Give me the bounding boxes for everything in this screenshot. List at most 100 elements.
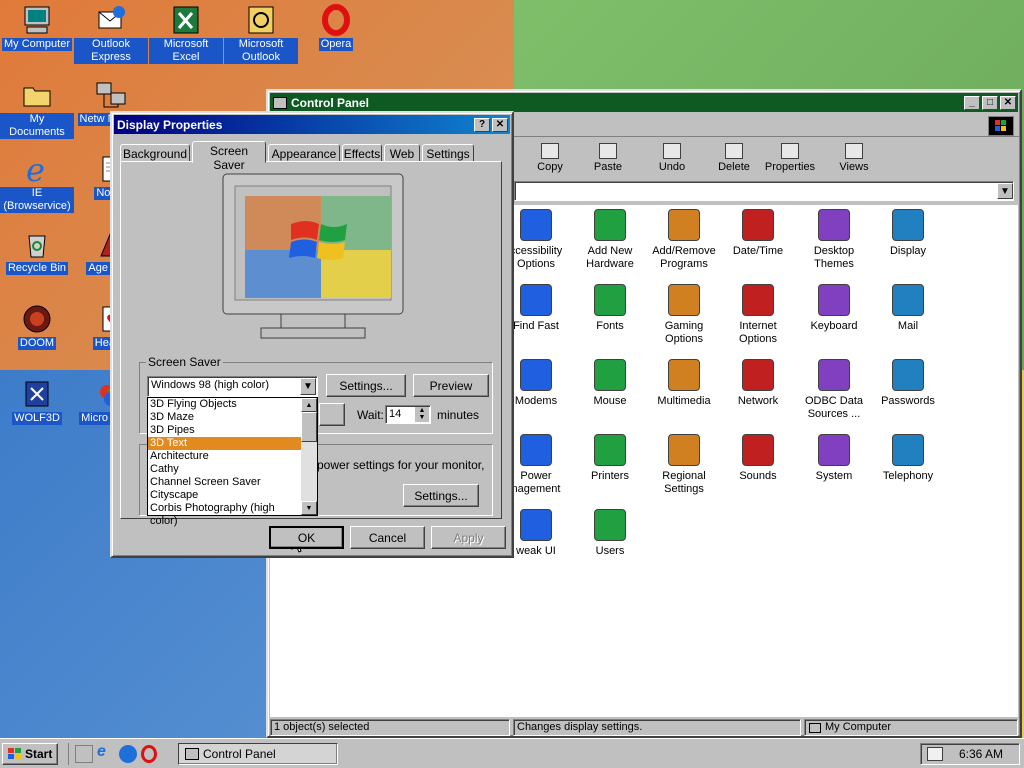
desktop-icon-my-documents[interactable]: My Documents xyxy=(0,79,74,139)
cp-item-internet[interactable]: Internet Options xyxy=(720,284,796,346)
display-properties-titlebar[interactable]: Display Properties ? ✕ xyxy=(114,115,510,134)
cp-item-mouse[interactable]: Mouse xyxy=(572,359,648,408)
control-panel-titlebar[interactable]: Control Panel _ □ ✕ xyxy=(270,93,1018,112)
dropdown-option[interactable]: 3D Flying Objects xyxy=(148,398,302,411)
desktop-icon-excel[interactable]: Microsoft Excel xyxy=(149,4,223,64)
opera-quicklaunch-icon[interactable] xyxy=(141,745,157,763)
outlook-quicklaunch-icon[interactable] xyxy=(119,745,137,763)
dropdown-option[interactable]: 3D Pipes xyxy=(148,424,302,437)
address-dropdown-icon[interactable]: ▼ xyxy=(997,183,1013,199)
tab-settings[interactable]: Settings xyxy=(422,144,474,162)
dropdown-option[interactable]: Cathy xyxy=(148,463,302,476)
cp-item-fonts[interactable]: Fonts xyxy=(572,284,648,333)
cp-item-network[interactable]: Network xyxy=(720,359,796,408)
desktop-icon-ie[interactable]: e IE (Browservice) xyxy=(0,151,74,213)
cancel-button[interactable]: Cancel xyxy=(350,526,425,549)
desktop-icon-wolf3d[interactable]: WOLF3D xyxy=(0,378,74,425)
screen-saver-settings-button[interactable]: Settings... xyxy=(326,374,406,397)
desktop-icon-outlook[interactable]: Microsoft Outlook xyxy=(224,4,298,64)
screen-saver-select[interactable]: Windows 98 (high color) ▼ xyxy=(147,376,318,397)
energy-settings-button[interactable]: Settings... xyxy=(403,484,479,507)
select-chevron-down-icon[interactable]: ▼ xyxy=(300,378,316,395)
ok-button[interactable]: OK xyxy=(269,526,344,549)
cp-item-mail[interactable]: Mail xyxy=(870,284,946,333)
tab-appearance[interactable]: Appearance xyxy=(268,144,340,162)
dropdown-option[interactable]: 3D Text xyxy=(148,437,302,450)
cp-item-passwords[interactable]: Passwords xyxy=(870,359,946,408)
close-button[interactable]: ✕ xyxy=(1000,95,1016,110)
task-control-panel[interactable]: Control Panel xyxy=(178,743,338,765)
cp-item-printers[interactable]: Printers xyxy=(572,434,648,483)
quick-launch: e xyxy=(68,743,168,765)
cp-item-themes[interactable]: Desktop Themes xyxy=(796,209,872,271)
toolbar-label: Paste xyxy=(593,161,623,173)
cp-item-regional[interactable]: Regional Settings xyxy=(646,434,722,496)
toolbar-paste-button[interactable]: Paste xyxy=(580,141,636,177)
desktop-icon-recycle-bin[interactable]: Recycle Bin xyxy=(0,228,74,275)
desktop-icon-my-computer[interactable]: My Computer xyxy=(0,4,74,51)
cp-item-gaming[interactable]: Gaming Options xyxy=(646,284,722,346)
apply-button[interactable]: Apply xyxy=(431,526,506,549)
dropdown-option[interactable]: 3D Maze xyxy=(148,411,302,424)
desktop-icon-opera[interactable]: Opera xyxy=(299,4,373,51)
start-button[interactable]: Start xyxy=(2,743,58,765)
address-bar[interactable]: ▼ xyxy=(514,181,1014,201)
cp-item-telephony[interactable]: Telephony xyxy=(870,434,946,483)
scroll-thumb[interactable] xyxy=(301,412,317,442)
desktop-icon-outlook-express[interactable]: Outlook Express xyxy=(74,4,148,64)
cp-item-label: Multimedia xyxy=(657,395,711,407)
screen-saver-dropdown-list[interactable]: 3D Flying Objects 3D Maze 3D Pipes 3D Text A… xyxy=(147,397,318,527)
tab-web[interactable]: Web xyxy=(384,144,420,162)
screen-saver-group-label: Screen Saver xyxy=(146,355,223,369)
cp-item-label: Passwords xyxy=(881,395,935,407)
clock[interactable]: 6:36 AM xyxy=(959,747,1003,761)
dropdown-option[interactable]: Architecture xyxy=(148,450,302,463)
toolbar-delete-button[interactable]: Delete xyxy=(706,141,762,177)
scroll-down-icon[interactable]: ▼ xyxy=(301,501,317,515)
tab-strip: Background Screen Saver Appearance Effects W… xyxy=(120,141,500,172)
tab-background[interactable]: Background xyxy=(120,144,190,162)
password-change-button[interactable] xyxy=(319,403,345,426)
preview-button[interactable]: Preview xyxy=(413,374,489,397)
cp-item-odbc[interactable]: ODBC Data Sources ... xyxy=(796,359,872,421)
power-icon xyxy=(520,434,552,466)
toolbar-copy-button[interactable]: Copy xyxy=(522,141,578,177)
cp-item-add-remove[interactable]: Add/Remove Programs xyxy=(646,209,722,271)
status-location-label: My Computer xyxy=(825,721,892,733)
toolbar-label: Copy xyxy=(537,161,563,173)
tray-scheduler-icon[interactable] xyxy=(927,747,943,761)
ie-quicklaunch-icon[interactable]: e xyxy=(97,743,115,761)
dropdown-scrollbar[interactable]: ▲ ▼ xyxy=(301,398,317,515)
dialog-close-button[interactable]: ✕ xyxy=(492,117,508,132)
wait-spinner[interactable]: 14 ▲ ▼ xyxy=(385,405,431,424)
cp-item-sounds[interactable]: Sounds xyxy=(720,434,796,483)
cp-item-datetime[interactable]: Date/Time xyxy=(720,209,796,258)
toolbar-views-button[interactable]: Views xyxy=(826,141,882,177)
scroll-up-icon[interactable]: ▲ xyxy=(301,398,317,412)
cp-item-keyboard[interactable]: Keyboard xyxy=(796,284,872,333)
desktop-icon-doom[interactable]: DOOM xyxy=(0,303,74,350)
toolbar-undo-button[interactable]: Undo xyxy=(644,141,700,177)
spinner-arrows-icon[interactable]: ▲ ▼ xyxy=(415,407,429,422)
cp-item-users[interactable]: Users xyxy=(572,509,648,558)
doom-icon xyxy=(21,303,53,335)
show-desktop-icon[interactable] xyxy=(75,745,93,763)
fonts-icon xyxy=(594,284,626,316)
toolbar-properties-button[interactable]: Properties xyxy=(762,141,818,177)
cp-item-multimedia[interactable]: Multimedia xyxy=(646,359,722,408)
dropdown-option[interactable]: Cityscape xyxy=(148,489,302,502)
dropdown-option[interactable]: Channel Screen Saver xyxy=(148,476,302,489)
opera-icon xyxy=(320,4,352,36)
help-button[interactable]: ? xyxy=(474,117,490,132)
cp-item-system[interactable]: System xyxy=(796,434,872,483)
dropdown-option[interactable]: Corbis Photography (high color) xyxy=(148,502,302,527)
find-fast-icon xyxy=(520,284,552,316)
minutes-label: minutes xyxy=(437,408,480,422)
cp-item-hardware[interactable]: Add New Hardware xyxy=(572,209,648,271)
tab-effects[interactable]: Effects xyxy=(342,144,382,162)
control-panel-title: Control Panel xyxy=(291,95,370,110)
minimize-button[interactable]: _ xyxy=(964,95,980,110)
tab-screen-saver[interactable]: Screen Saver xyxy=(192,141,266,172)
maximize-button[interactable]: □ xyxy=(982,95,998,110)
cp-item-display[interactable]: Display xyxy=(870,209,946,258)
